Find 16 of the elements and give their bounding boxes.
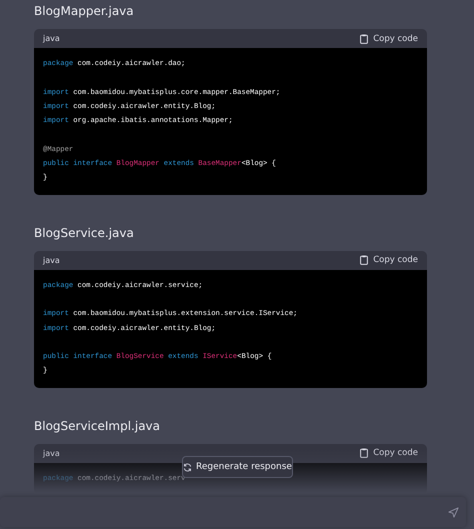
language-label: java	[43, 256, 60, 265]
language-label: java	[43, 448, 60, 458]
clipboard-icon	[360, 34, 368, 44]
regenerate-button[interactable]: Regenerate response	[182, 456, 293, 478]
clipboard-icon	[360, 255, 368, 266]
send-icon[interactable]	[448, 507, 459, 518]
language-label: java	[43, 34, 60, 43]
copy-code-button[interactable]: Copy code	[360, 34, 418, 44]
file-name: BlogServiceImpl.java	[34, 420, 160, 435]
copy-code-button[interactable]: Copy code	[360, 448, 418, 458]
refresh-icon	[183, 462, 192, 472]
file-name: BlogService.java	[34, 226, 134, 242]
message-input[interactable]	[0, 497, 466, 527]
file-name: BlogMapper.java	[34, 5, 134, 20]
copy-code-button[interactable]: Copy code	[360, 255, 418, 266]
clipboard-icon	[360, 448, 368, 458]
